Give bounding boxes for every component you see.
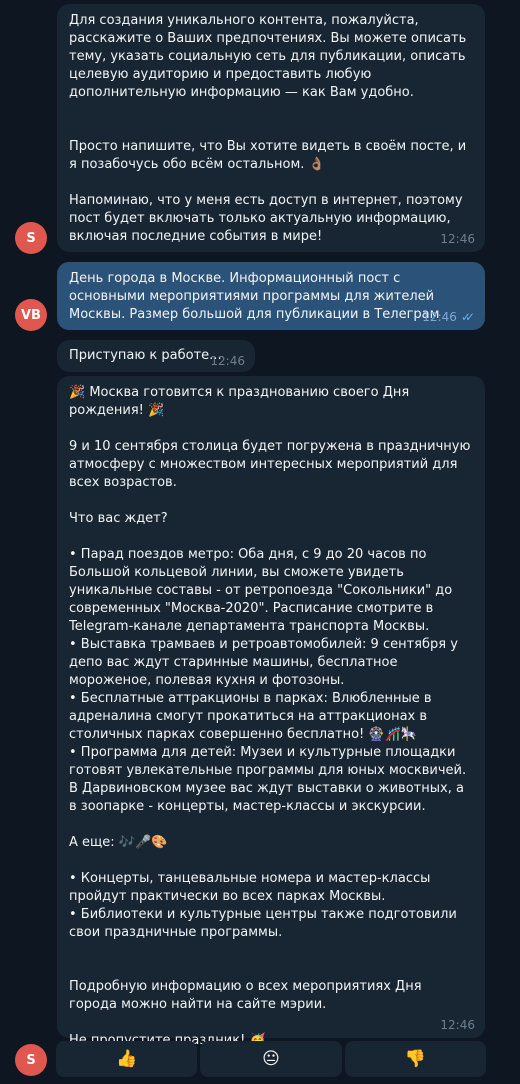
thumbs-down-button[interactable]: 👎 (344, 1041, 486, 1077)
avatar[interactable]: S (15, 1044, 47, 1076)
avatar[interactable]: S (15, 222, 47, 254)
message-bubble: День города в Москве. Информационный пос… (57, 262, 485, 330)
message-time: 12:46 (440, 232, 475, 246)
message-bubble: Приступаю к работе... 12:46 (57, 340, 255, 372)
message-meta: 12:46 (210, 354, 245, 368)
message-meta: 12:46 (440, 232, 475, 246)
message-meta: 12:46 (440, 1018, 475, 1032)
message-bubble: Для создания уникального контента, пожал… (57, 4, 485, 252)
read-receipt-icon: ✓✓ (460, 310, 475, 324)
message-text: 🎉 Москва готовится к празднованию своего… (69, 385, 471, 1048)
avatar[interactable]: VB (15, 299, 47, 331)
message-time: 12:46 (210, 354, 245, 368)
message-time: 12:46 (440, 1018, 475, 1032)
message-time: 12:46 (422, 310, 457, 324)
neutral-face-button[interactable]: 😐 (200, 1041, 342, 1077)
reaction-bar: 👍 😐 👎 (56, 1041, 486, 1077)
message-bubble: 🎉 Москва готовится к празднованию своего… (57, 376, 485, 1048)
message-meta: 12:46 ✓✓ (422, 310, 475, 324)
message-text: Для создания уникального контента, пожал… (69, 13, 467, 244)
thumbs-up-button[interactable]: 👍 (56, 1041, 198, 1077)
message-text: День города в Москве. Информационный пос… (69, 271, 440, 322)
